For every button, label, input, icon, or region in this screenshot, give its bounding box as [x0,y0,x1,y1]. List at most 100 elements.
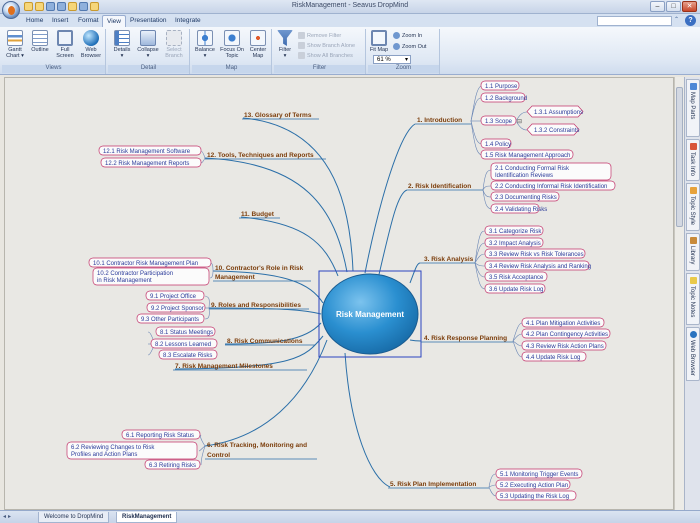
side-tab-topic-notes[interactable]: Topic Notes [686,273,700,325]
subtopic[interactable]: 12.2 Risk Management Reports [100,157,202,168]
collapse-button[interactable]: Collapse ▾ [136,30,160,59]
subtopic[interactable]: 8.2 Lessons Learned [150,338,218,349]
subtopic[interactable]: 3.4 Review Risk Analysis and Ranking [484,260,591,271]
vertical-scrollbar-thumb[interactable] [676,87,683,227]
branch-risk-tracking[interactable]: 6. Risk Tracking, Monitoring and [207,442,307,449]
fit-map-button[interactable]: Fit Map [369,30,389,53]
details-button[interactable]: Details ▾ [110,30,134,59]
branch-risk-milestones[interactable]: 7. Risk Management Milestones [175,363,273,370]
document-nav-arrows-icon[interactable]: ◂▸ [3,513,13,520]
vertical-scrollbar[interactable] [674,77,684,510]
subtopic[interactable]: 1.1 Purpose [480,80,520,91]
filter-button[interactable]: Filter ▾ [275,30,295,59]
subtopic[interactable]: 5.3 Updating the Risk Log [495,490,577,501]
side-tab-topic-style[interactable]: Topic Style [686,183,700,231]
subtopic[interactable]: 3.1 Categorize Risk [484,225,544,236]
subtopic-label: 1.1 Purpose [485,84,518,90]
subtopic[interactable]: 3.3 Review Risk vs Risk Tolerances [484,248,586,259]
minimize-button[interactable]: – [650,1,665,12]
subtopic-label: 6.3 Retiring Risks [149,463,196,469]
doc-tab-welcome[interactable]: Welcome to DropMind [38,512,110,523]
expand-ribbon-icon[interactable]: ⌃ [674,16,682,25]
subtopic[interactable]: 4.4 Update Risk Log [521,351,587,362]
subtopic[interactable]: 1.3.2 Constraints [526,123,580,136]
connector-risk-analysis [409,262,421,284]
subtopic[interactable]: 1.3 Scope [480,115,517,126]
center-map-button[interactable]: Center Map [247,30,269,59]
select-branch-button[interactable]: Select Branch [162,30,186,59]
branch-risk-communications[interactable]: 8. Risk Communications [227,338,303,345]
subtopic[interactable]: 9.1 Project Office [145,290,205,301]
side-tab-task-info[interactable]: Task Info [686,139,700,181]
branch-glossary[interactable]: 13. Glossary of Terms [244,112,312,119]
maximize-button[interactable]: □ [666,1,681,12]
subtopic[interactable]: 2.3 Documenting Risks [490,191,560,202]
tab-insert[interactable]: Insert [48,15,72,27]
close-button[interactable]: ✕ [682,1,697,12]
subtopic[interactable]: 5.2 Executing Action Plan [495,479,571,490]
web-browser-button[interactable]: Web Browser [79,30,103,59]
subtopic[interactable]: 9.3 Other Participants [136,313,205,324]
show-branch-alone-button[interactable]: Show Branch Alone [298,42,355,50]
side-tab-web-browser[interactable]: Web Browser [686,327,700,381]
outline-button[interactable]: Outline [29,30,51,53]
branch-budget[interactable]: 11. Budget [241,211,275,218]
branch-risk-response-planning[interactable]: 4. Risk Response Planning [424,335,507,342]
collapse-branch-icon[interactable]: ⊟ [517,119,522,125]
branch-risk-analysis[interactable]: 3. Risk Analysis [424,256,474,263]
subtopic[interactable]: 4.2 Plan Contingency Activities [521,328,611,339]
tab-view[interactable]: View [102,15,126,27]
branch-risk-plan-implementation[interactable]: 5. Risk Plan Implementation [390,481,476,488]
tab-format[interactable]: Format [74,15,103,27]
central-topic[interactable]: Risk Management [318,270,422,358]
subtopic[interactable]: 10.1 Contractor Risk Management Plan [88,257,212,268]
subtopic[interactable]: 5.1 Monitoring Trigger Events [495,468,583,479]
branch-risk-identification[interactable]: 2. Risk Identification [408,183,471,190]
subtopic[interactable]: 6.1 Reporting Risk Status [121,429,201,440]
subtopic[interactable]: 2.2 Conducting Informal Risk Identificat… [490,180,616,191]
branch-introduction[interactable]: 1. Introduction [417,117,462,124]
subtopic[interactable]: 4.3 Review Risk Action Plans [521,340,607,351]
remove-filter-button[interactable]: Remove Filter [298,32,341,40]
gantt-chart-button[interactable]: Gantt Chart ▾ [4,30,26,59]
zoom-level-select[interactable]: 61 % [373,55,411,64]
subtopic[interactable]: 3.2 Impact Analysis [484,237,544,248]
branch-contractor-role[interactable]: 10. Contractor's Role in Risk [215,265,304,272]
focus-on-topic-button[interactable]: Focus On Topic [219,30,245,59]
zoom-out-button[interactable]: Zoom Out [393,43,426,51]
subtopic[interactable]: 2.4 Validating Risks [490,203,547,214]
subtopic[interactable]: 12.1 Risk Management Software [98,145,202,156]
subtopic[interactable]: 1.3.1 Assumptions [526,105,584,118]
doc-tab-riskmanagement[interactable]: RiskManagement [116,512,178,523]
subtopic[interactable]: 1.5 Risk Management Approach [480,149,574,160]
mind-map-canvas[interactable]: Risk Management 1. Introduction 2. Risk … [4,77,674,510]
show-all-branches-button[interactable]: Show All Branches [298,52,353,60]
branch-roles-responsibilities[interactable]: 9. Roles and Responsibilities [211,302,301,309]
full-screen-button[interactable]: Full Screen [54,30,76,59]
side-tab-library[interactable]: Library [686,233,700,271]
subtopic[interactable]: 8.3 Escalate Risks [158,349,218,360]
subtopic[interactable]: 1.4 Policy [480,138,512,149]
help-icon[interactable]: ? [685,15,696,26]
tab-integrate[interactable]: Integrate [171,15,205,27]
branch-tools-techniques[interactable]: 12. Tools, Techniques and Reports [207,152,314,159]
subtopic[interactable]: 1.2 Background [480,92,527,103]
subtopic[interactable]: 8.1 Status Meetings [155,326,216,337]
balance-button[interactable]: Balance ▾ [193,30,217,59]
subtopic[interactable]: 6.2 Reviewing Changes to Risk Profiles an… [66,441,198,460]
subtopic[interactable]: 6.3 Retiring Risks [144,459,201,470]
subtopic[interactable]: 3.6 Update Risk Log [484,283,546,294]
subtopic[interactable]: 4.1 Plan Mitigation Activities [521,317,605,328]
subtopic[interactable]: 9.2 Project Sponsor [146,302,206,313]
subtopic[interactable]: 10.2 Contractor Participation in Risk Man… [92,267,210,286]
tab-home[interactable]: Home [22,15,47,27]
side-tab-map-parts[interactable]: Map Parts [686,79,700,137]
subtopic[interactable]: 2.1 Conducting Formal Risk Identification… [490,162,612,181]
balance-icon [197,30,213,46]
side-panel-tabs: Map Parts Task Info Topic Style Library … [684,77,700,510]
application-menu-button[interactable] [2,1,20,19]
search-input[interactable] [597,16,672,26]
subtopic[interactable]: 3.5 Risk Acceptance [484,271,548,282]
tab-presentation[interactable]: Presentation [126,15,171,27]
zoom-in-button[interactable]: Zoom In [393,32,422,40]
